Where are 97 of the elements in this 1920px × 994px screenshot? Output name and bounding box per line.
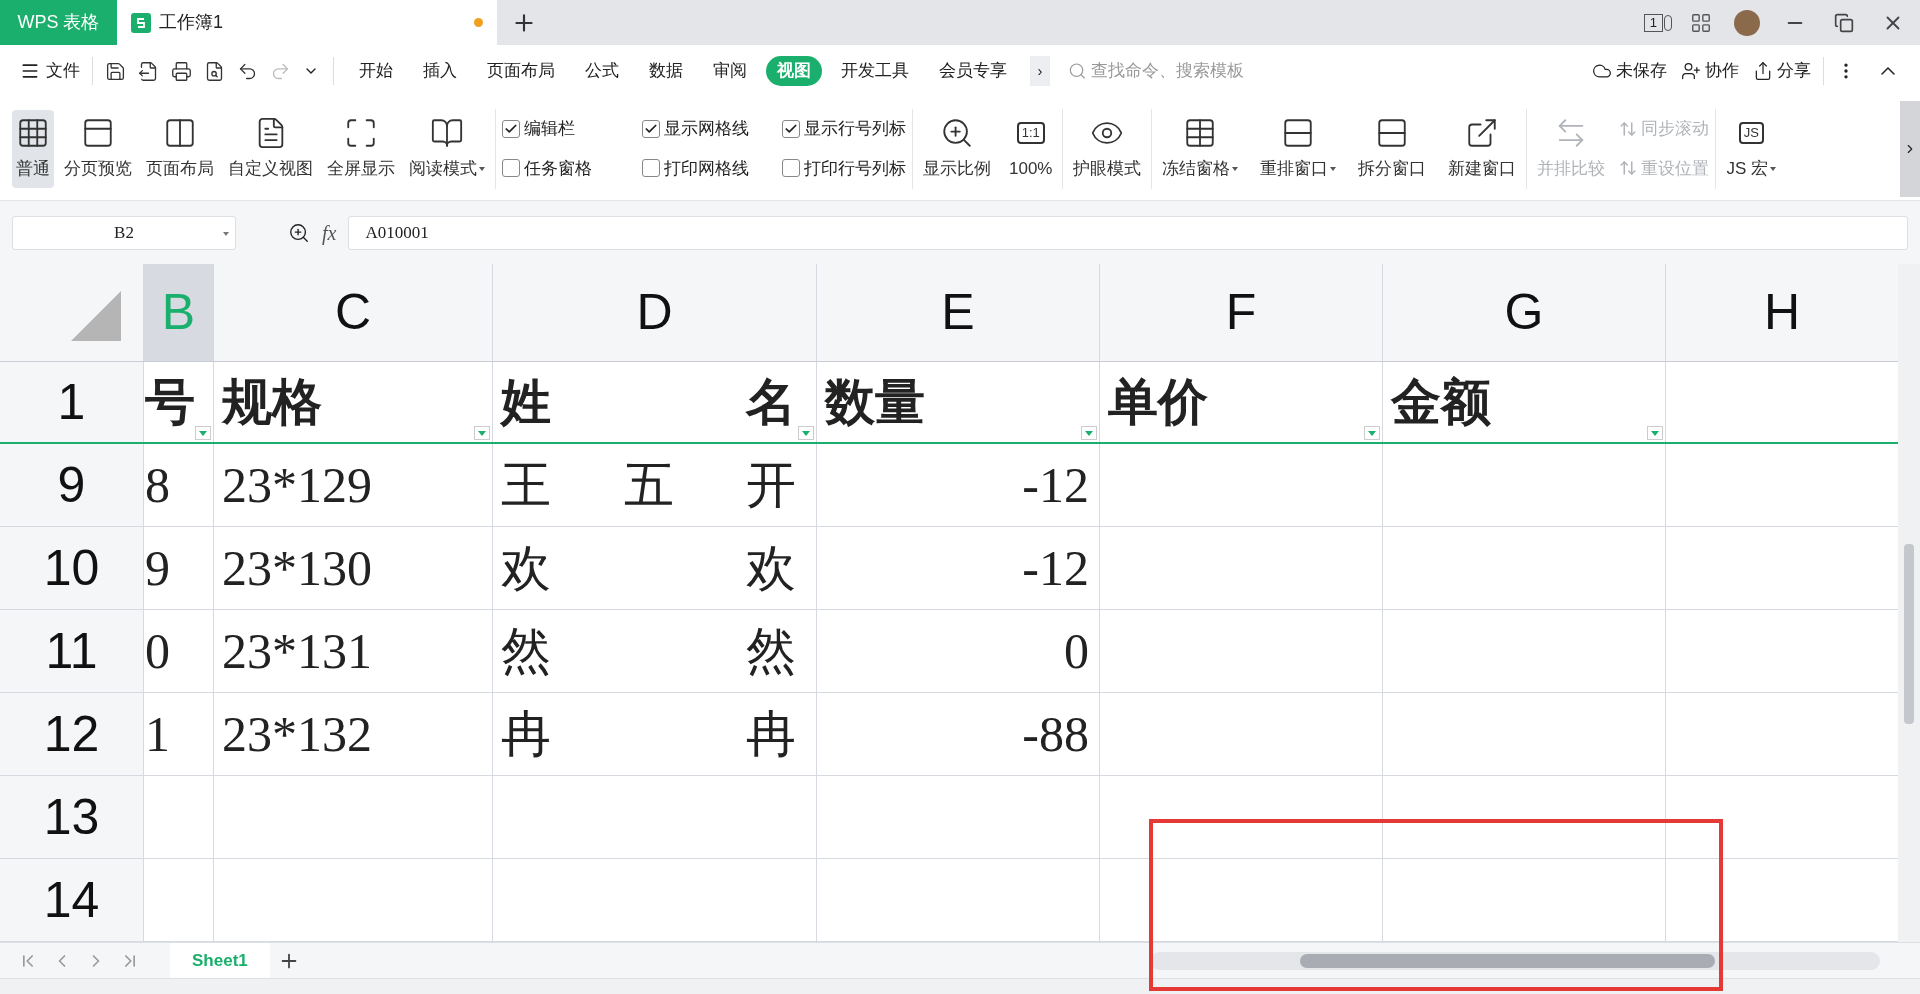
ribbon-button[interactable]: 护眼模式 <box>1069 109 1146 188</box>
ribbon-button[interactable]: 分页预览 <box>60 109 136 188</box>
ribbon-button[interactable]: 重排窗口 <box>1256 109 1341 188</box>
column-header[interactable]: E <box>816 264 1099 361</box>
option-checkbox[interactable]: 显示行号列标 <box>782 116 906 142</box>
row-header[interactable]: 1 <box>0 362 143 442</box>
row-header[interactable]: 9 <box>0 444 143 526</box>
ribbon-button[interactable]: 自定义视图 <box>224 109 317 188</box>
table-cell-text: 0 <box>1064 621 1089 681</box>
ribbon-button[interactable]: 阅读模式 <box>405 109 489 188</box>
option-checkbox[interactable]: 显示网格线 <box>642 116 766 142</box>
table-cell-text: 1 <box>145 704 170 764</box>
option-checkbox[interactable]: 打印行号列标 <box>782 155 906 181</box>
more-tabs-button[interactable]: › <box>1030 56 1050 86</box>
row-header[interactable]: 14 <box>0 859 143 941</box>
table-cell-text: 欢欢 <box>501 538 796 598</box>
horizontal-scrollbar[interactable] <box>1150 951 1880 970</box>
table-cell-text: 23*131 <box>222 621 372 681</box>
filter-dropdown-icon[interactable] <box>195 426 211 440</box>
table-cell-text: 姓名 <box>501 372 796 432</box>
action-button[interactable]: 未保存 <box>1592 58 1667 84</box>
vertical-scrollbar[interactable] <box>1898 264 1920 942</box>
table-cell-text: 金额 <box>1391 372 1491 432</box>
filter-dropdown-icon[interactable] <box>474 426 490 440</box>
print-preview-icon[interactable] <box>204 60 225 82</box>
table-cell-text: 23*130 <box>222 538 372 598</box>
row-header[interactable]: 13 <box>0 776 143 858</box>
table-cell-text: 冉冉 <box>501 704 796 764</box>
save-icon[interactable] <box>105 60 126 82</box>
row-header[interactable]: 12 <box>0 693 143 775</box>
menu-tab[interactable]: 页面布局 <box>476 56 566 86</box>
menu-tab[interactable]: 公式 <box>574 56 630 86</box>
ribbon-button[interactable]: 新建窗口 <box>1444 109 1521 188</box>
filter-dropdown-icon[interactable] <box>1081 426 1097 440</box>
add-user-icon <box>1681 61 1701 81</box>
table-cell-text: -88 <box>1022 704 1089 764</box>
search-icon <box>1068 61 1087 81</box>
row-header[interactable]: 11 <box>0 610 143 692</box>
function-label[interactable]: fx <box>322 217 337 248</box>
command-search-field[interactable]: 查找命令、搜索模板 <box>1090 58 1398 84</box>
filter-dropdown-icon[interactable] <box>1364 426 1380 440</box>
table-cell-text: 王五开 <box>501 455 796 515</box>
filter-dropdown-icon[interactable] <box>1647 426 1663 440</box>
apps-grid-icon[interactable] <box>1690 11 1712 34</box>
table-cell-text: 9 <box>145 538 170 598</box>
formula-field[interactable]: A010001 <box>348 215 1908 250</box>
table-cell-text: 8 <box>145 455 170 515</box>
ribbon-button[interactable]: 页面布局 <box>142 109 218 188</box>
zoom-icon[interactable] <box>288 221 310 244</box>
table-cell-text: 23*132 <box>222 704 372 764</box>
column-header[interactable]: G <box>1382 264 1665 361</box>
option-checkbox[interactable]: 任务窗格 <box>502 155 626 181</box>
corner-triangle-icon <box>71 291 121 341</box>
table-cell-text: 号 <box>145 372 195 432</box>
ribbon-button[interactable]: 拆分窗口 <box>1354 109 1431 188</box>
table-cell-text: 然然 <box>501 621 796 681</box>
action-button[interactable]: 分享 <box>1753 58 1811 84</box>
print-icon[interactable] <box>171 60 192 82</box>
column-header[interactable]: D <box>492 264 816 361</box>
spreadsheet-icon <box>131 12 151 33</box>
column-header[interactable]: F <box>1099 264 1382 361</box>
ribbon-button[interactable]: 全屏显示 <box>323 109 399 188</box>
table-cell-text: 规格 <box>222 372 322 432</box>
ribbon-button[interactable]: 1:1 100% <box>1005 109 1057 188</box>
arrows-icon <box>1619 119 1638 138</box>
file-menu[interactable]: 文件 <box>20 58 80 84</box>
action-button[interactable]: 协作 <box>1681 58 1739 84</box>
ribbon-button[interactable]: 普通 <box>12 109 54 188</box>
ribbon-button[interactable]: 显示比例 <box>919 109 995 188</box>
menu-tab[interactable]: 插入 <box>412 56 468 86</box>
export-icon[interactable] <box>138 60 159 82</box>
menu-tab[interactable]: 数据 <box>638 56 694 86</box>
menu-icon <box>20 61 40 81</box>
name-box[interactable]: B2 <box>12 215 236 250</box>
menu-tab[interactable]: 会员专享 <box>928 56 1018 86</box>
restore-icon[interactable] <box>1834 12 1854 33</box>
document-tab[interactable]: 工作簿1 <box>117 0 497 45</box>
option-checkbox[interactable]: 打印网格线 <box>642 155 766 181</box>
filter-dropdown-icon[interactable] <box>798 426 814 440</box>
table-cell-text: 23*129 <box>222 455 372 515</box>
arrows-icon <box>1619 159 1638 178</box>
document-title: 工作簿1 <box>159 11 224 34</box>
menu-tab[interactable]: 审阅 <box>702 56 758 86</box>
share-icon <box>1753 61 1773 81</box>
table-cell-text: 数量 <box>825 372 925 432</box>
ribbon-button[interactable]: 冻结窗格 <box>1158 109 1243 188</box>
table-cell-text: -12 <box>1022 538 1089 598</box>
table-cell-text: 0 <box>145 621 170 681</box>
menu-tab[interactable]: 开发工具 <box>830 56 920 86</box>
column-header[interactable]: C <box>213 264 492 361</box>
ribbon-button[interactable]: JS JS 宏 <box>1722 109 1781 188</box>
avatar[interactable] <box>1734 9 1760 36</box>
table-cell-text: 单价 <box>1108 372 1208 432</box>
table-cell-text: -12 <box>1022 455 1089 515</box>
option-checkbox[interactable]: 编辑栏 <box>502 116 626 142</box>
menu-tab[interactable]: 开始 <box>348 56 404 86</box>
row-header[interactable]: 10 <box>0 527 143 609</box>
